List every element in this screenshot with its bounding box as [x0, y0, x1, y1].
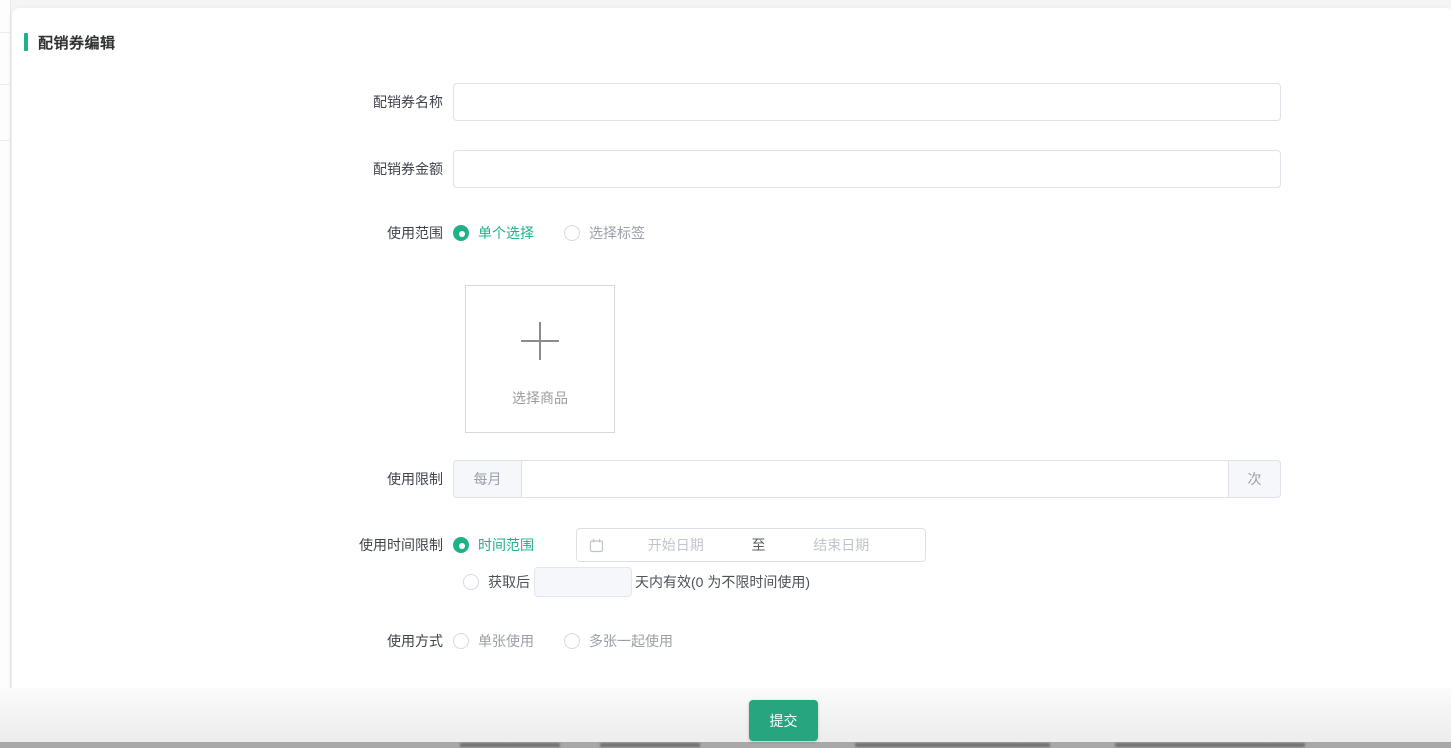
radio-label: 多张一起使用 — [589, 631, 673, 651]
radio-unchecked-icon — [564, 633, 580, 649]
radio-unchecked-icon — [453, 633, 469, 649]
submit-button[interactable]: 提交 — [749, 700, 818, 741]
sidebar-divider — [0, 84, 10, 85]
select-product-text: 选择商品 — [512, 388, 568, 408]
valid-days-prefix: 获取后 — [488, 572, 530, 592]
radio-checked-icon — [453, 537, 469, 553]
coupon-edit-page: 配销券编辑 配销券名称 配销券金额 使用范围 单个选择 选择标签 — [0, 0, 1451, 748]
collapsed-sidebar-edge[interactable] — [0, 0, 11, 748]
input-append-times: 次 — [1229, 460, 1281, 498]
usage-scope-label: 使用范围 — [12, 223, 453, 243]
valid-days-input[interactable] — [534, 567, 632, 597]
page-title: 配销券编辑 — [24, 32, 116, 52]
radio-valid-days[interactable] — [463, 574, 479, 590]
sidebar-divider — [0, 32, 10, 33]
end-date-placeholder: 结束日期 — [770, 535, 914, 555]
select-product-box[interactable]: 选择商品 — [465, 285, 615, 433]
coupon-name-input[interactable] — [453, 83, 1281, 121]
footer-smudge-strip — [0, 742, 1451, 748]
calendar-icon — [589, 538, 604, 553]
radio-single-use[interactable]: 单张使用 — [453, 631, 534, 651]
coupon-amount-label: 配销券金额 — [12, 159, 453, 179]
title-accent-bar — [24, 33, 28, 51]
sidebar-divider — [0, 140, 10, 141]
coupon-name-row: 配销券名称 — [12, 83, 1281, 121]
radio-single-select[interactable]: 单个选择 — [453, 223, 534, 243]
smudge — [460, 743, 560, 747]
usage-limit-input-group: 每月 次 — [453, 460, 1281, 498]
date-range-picker[interactable]: 开始日期 至 结束日期 — [576, 528, 926, 562]
usage-limit-input[interactable] — [521, 460, 1229, 498]
radio-label: 选择标签 — [589, 223, 645, 243]
start-date-placeholder: 开始日期 — [604, 535, 748, 555]
coupon-name-label: 配销券名称 — [12, 92, 453, 112]
usage-mode-row: 使用方式 单张使用 多张一起使用 — [12, 630, 673, 652]
radio-label: 单张使用 — [478, 631, 534, 651]
valid-days-row: 获取后 天内有效(0 为不限时间使用) — [12, 567, 810, 597]
page-title-text: 配销券编辑 — [38, 32, 116, 53]
usage-limit-label: 使用限制 — [12, 469, 453, 489]
input-prepend-monthly: 每月 — [453, 460, 521, 498]
time-limit-row: 使用时间限制 时间范围 开始日期 至 结束日期 — [12, 528, 926, 562]
date-range-separator: 至 — [748, 535, 770, 555]
radio-select-tag[interactable]: 选择标签 — [564, 223, 645, 243]
radio-unchecked-icon — [463, 574, 479, 590]
content-card: 配销券编辑 配销券名称 配销券金额 使用范围 单个选择 选择标签 — [12, 8, 1451, 692]
smudge — [1115, 743, 1305, 747]
plus-icon — [519, 320, 561, 362]
footer-band — [0, 688, 1451, 748]
radio-checked-icon — [453, 225, 469, 241]
radio-time-range[interactable]: 时间范围 — [453, 535, 534, 555]
usage-limit-row: 使用限制 每月 次 — [12, 460, 1281, 498]
radio-multi-use[interactable]: 多张一起使用 — [564, 631, 673, 651]
smudge — [600, 743, 700, 747]
time-limit-label: 使用时间限制 — [12, 535, 453, 555]
usage-mode-label: 使用方式 — [12, 631, 453, 651]
radio-unchecked-icon — [564, 225, 580, 241]
coupon-amount-row: 配销券金额 — [12, 150, 1281, 188]
usage-scope-row: 使用范围 单个选择 选择标签 — [12, 222, 645, 244]
smudge — [855, 743, 1050, 747]
valid-days-suffix: 天内有效(0 为不限时间使用) — [635, 572, 810, 592]
radio-label: 单个选择 — [478, 223, 534, 243]
radio-label: 时间范围 — [478, 535, 534, 555]
coupon-amount-input[interactable] — [453, 150, 1281, 188]
